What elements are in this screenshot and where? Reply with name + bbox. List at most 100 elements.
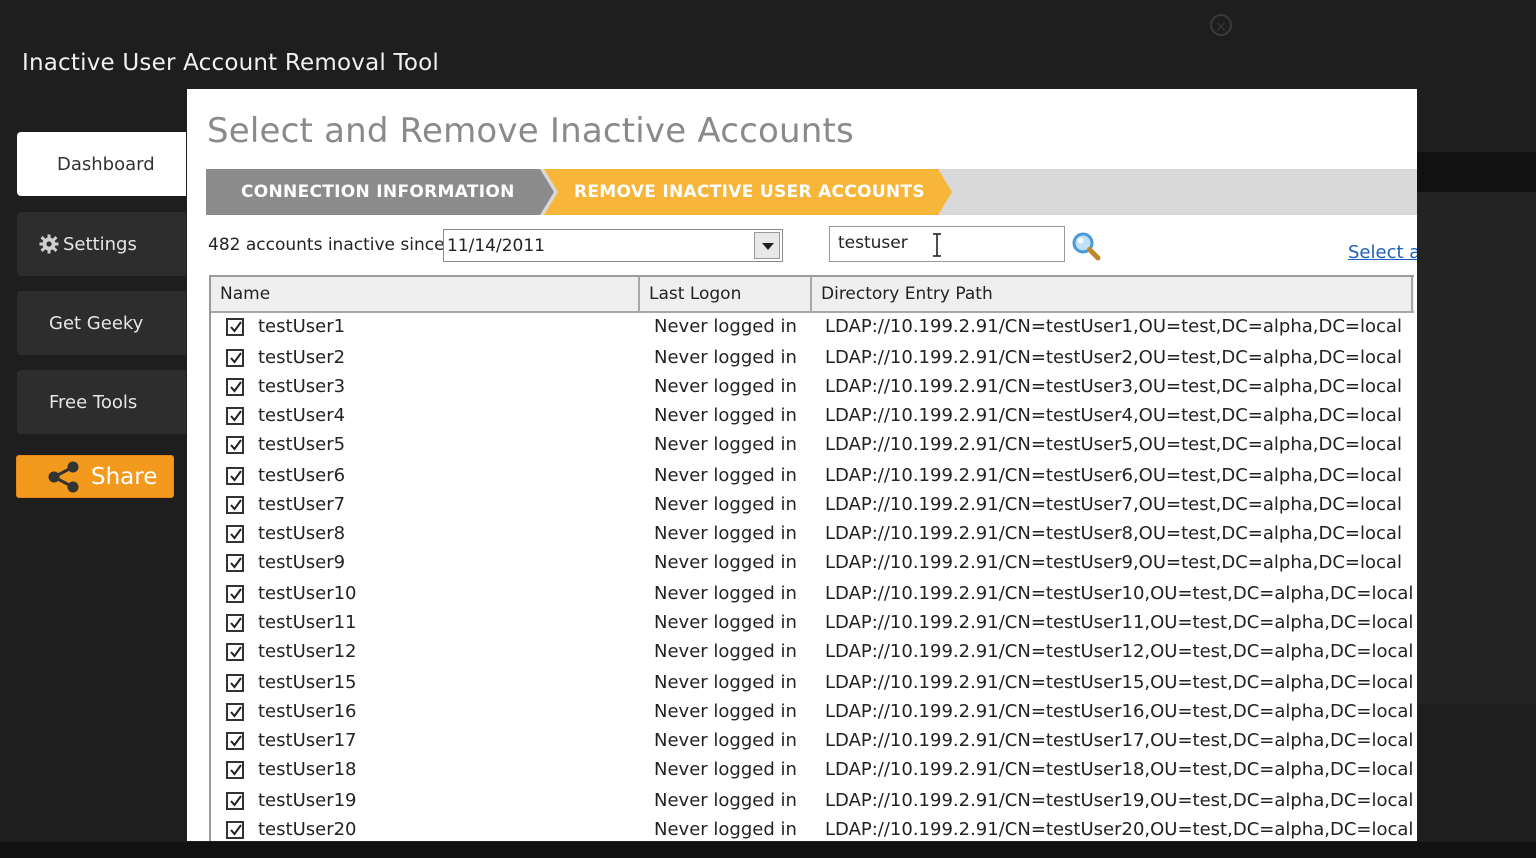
cell-directory-path: LDAP://10.199.2.91/CN=testUser1,OU=test,… bbox=[825, 316, 1402, 337]
row-checkbox[interactable] bbox=[226, 674, 244, 692]
row-checkbox[interactable] bbox=[226, 792, 244, 810]
table-row[interactable]: testUser20 Never logged in LDAP://10.199.2… bbox=[211, 816, 1414, 841]
table-row[interactable]: testUser5 Never logged in LDAP://10.199.2.… bbox=[211, 431, 1414, 460]
cell-directory-path: LDAP://10.199.2.91/CN=testUser4,OU=test,… bbox=[825, 405, 1402, 426]
column-header-directory-path[interactable]: Directory Entry Path bbox=[812, 277, 1413, 311]
row-checkbox[interactable] bbox=[226, 554, 244, 572]
checkmark-icon bbox=[230, 646, 242, 658]
sidebar-item-label: Dashboard bbox=[57, 153, 155, 175]
checkmark-icon bbox=[230, 677, 242, 689]
row-checkbox[interactable] bbox=[226, 407, 244, 425]
main-panel: Select and Remove Inactive Accounts CONN… bbox=[187, 89, 1417, 841]
share-button[interactable]: Share bbox=[16, 455, 174, 498]
cell-last-logon: Never logged in bbox=[654, 612, 797, 633]
column-header-last-logon[interactable]: Last Logon bbox=[640, 277, 812, 311]
cell-name: testUser4 bbox=[258, 405, 346, 426]
table-row[interactable]: testUser15 Never logged in LDAP://10.199.2… bbox=[211, 669, 1414, 698]
table-row[interactable]: testUser2 Never logged in LDAP://10.199.2.… bbox=[211, 344, 1414, 373]
share-icon bbox=[48, 461, 79, 492]
row-checkbox[interactable] bbox=[226, 585, 244, 603]
table-row[interactable]: testUser17 Never logged in LDAP://10.199.2… bbox=[211, 727, 1414, 756]
table-row[interactable]: testUser9 Never logged in LDAP://10.199.2.… bbox=[211, 549, 1414, 578]
cell-name: testUser11 bbox=[258, 612, 357, 633]
checkmark-icon bbox=[230, 321, 242, 333]
cell-last-logon: Never logged in bbox=[654, 523, 797, 544]
row-checkbox[interactable] bbox=[226, 378, 244, 396]
checkmark-icon bbox=[230, 499, 242, 511]
table-row[interactable]: testUser11 Never logged in LDAP://10.199.2… bbox=[211, 609, 1414, 638]
cell-directory-path: LDAP://10.199.2.91/CN=testUser9,OU=test,… bbox=[825, 552, 1402, 573]
cell-name: testUser15 bbox=[258, 672, 357, 693]
checkmark-icon bbox=[230, 824, 242, 836]
sidebar-item-get-geeky[interactable]: Get Geeky bbox=[17, 291, 186, 355]
row-checkbox[interactable] bbox=[226, 732, 244, 750]
date-dropdown[interactable]: 11/14/2011 bbox=[443, 229, 783, 262]
date-value: 11/14/2011 bbox=[447, 236, 545, 256]
cell-name: testUser20 bbox=[258, 819, 357, 840]
table-row[interactable]: testUser18 Never logged in LDAP://10.199.2… bbox=[211, 756, 1414, 785]
row-checkbox[interactable] bbox=[226, 496, 244, 514]
inactive-count-label: 482 accounts inactive since bbox=[208, 235, 445, 255]
column-header-name[interactable]: Name bbox=[211, 277, 640, 311]
cell-last-logon: Never logged in bbox=[654, 790, 797, 811]
row-checkbox[interactable] bbox=[226, 643, 244, 661]
checkmark-icon bbox=[230, 410, 242, 422]
row-checkbox[interactable] bbox=[226, 821, 244, 839]
table-row[interactable]: testUser6 Never logged in LDAP://10.199.2.… bbox=[211, 462, 1414, 491]
sidebar-item-free-tools[interactable]: Free Tools bbox=[17, 370, 186, 434]
row-checkbox[interactable] bbox=[226, 467, 244, 485]
cell-name: testUser2 bbox=[258, 347, 346, 368]
cell-name: testUser9 bbox=[258, 552, 346, 573]
row-checkbox[interactable] bbox=[226, 318, 244, 336]
close-icon[interactable]: × bbox=[1210, 14, 1232, 36]
row-checkbox[interactable] bbox=[226, 761, 244, 779]
row-checkbox[interactable] bbox=[226, 349, 244, 367]
search-icon[interactable] bbox=[1070, 230, 1102, 262]
step-connection-information[interactable]: CONNECTION INFORMATION bbox=[206, 169, 554, 215]
checkmark-icon bbox=[230, 617, 242, 629]
cell-name: testUser12 bbox=[258, 641, 357, 662]
step-remove-inactive-accounts[interactable]: REMOVE INACTIVE USER ACCOUNTS bbox=[544, 169, 952, 215]
sidebar-item-label: Settings bbox=[63, 233, 137, 255]
app-title: Inactive User Account Removal Tool bbox=[22, 50, 439, 76]
select-all-link[interactable]: Select al bbox=[1348, 242, 1417, 263]
table-row[interactable]: testUser19 Never logged in LDAP://10.199.2… bbox=[211, 787, 1414, 816]
cell-directory-path: LDAP://10.199.2.91/CN=testUser20,OU=test… bbox=[825, 819, 1414, 840]
sidebar-item-dashboard[interactable]: Dashboard bbox=[17, 132, 186, 196]
cell-last-logon: Never logged in bbox=[654, 376, 797, 397]
sidebar-item-settings[interactable]: Settings bbox=[17, 212, 186, 276]
search-input[interactable]: testuser bbox=[829, 226, 1065, 262]
cell-name: testUser17 bbox=[258, 730, 357, 751]
table-row[interactable]: testUser3 Never logged in LDAP://10.199.2.… bbox=[211, 373, 1414, 402]
cell-name: testUser18 bbox=[258, 759, 357, 780]
cell-directory-path: LDAP://10.199.2.91/CN=testUser11,OU=test… bbox=[825, 612, 1414, 633]
checkmark-icon bbox=[230, 528, 242, 540]
table-row[interactable]: testUser1 Never logged in LDAP://10.199.2.… bbox=[211, 313, 1414, 342]
cell-last-logon: Never logged in bbox=[654, 316, 797, 337]
row-checkbox[interactable] bbox=[226, 525, 244, 543]
cell-last-logon: Never logged in bbox=[654, 730, 797, 751]
cell-directory-path: LDAP://10.199.2.91/CN=testUser6,OU=test,… bbox=[825, 465, 1402, 486]
table-row[interactable]: testUser8 Never logged in LDAP://10.199.2.… bbox=[211, 520, 1414, 549]
table-row[interactable]: testUser7 Never logged in LDAP://10.199.2.… bbox=[211, 491, 1414, 520]
row-checkbox[interactable] bbox=[226, 703, 244, 721]
cell-name: testUser5 bbox=[258, 434, 346, 455]
row-checkbox[interactable] bbox=[226, 614, 244, 632]
checkmark-icon bbox=[230, 795, 242, 807]
cell-last-logon: Never logged in bbox=[654, 494, 797, 515]
chevron-down-icon[interactable] bbox=[754, 232, 780, 259]
text-cursor-icon bbox=[933, 233, 941, 257]
cell-directory-path: LDAP://10.199.2.91/CN=testUser15,OU=test… bbox=[825, 672, 1414, 693]
table-row[interactable]: testUser10 Never logged in LDAP://10.199.2… bbox=[211, 580, 1414, 609]
cell-directory-path: LDAP://10.199.2.91/CN=testUser16,OU=test… bbox=[825, 701, 1414, 722]
table-row[interactable]: testUser16 Never logged in LDAP://10.199.2… bbox=[211, 698, 1414, 727]
cell-directory-path: LDAP://10.199.2.91/CN=testUser2,OU=test,… bbox=[825, 347, 1402, 368]
row-checkbox[interactable] bbox=[226, 436, 244, 454]
checkmark-icon bbox=[230, 352, 242, 364]
table-row[interactable]: testUser12 Never logged in LDAP://10.199.2… bbox=[211, 638, 1414, 667]
table-row[interactable]: testUser4 Never logged in LDAP://10.199.2.… bbox=[211, 402, 1414, 431]
checkmark-icon bbox=[230, 439, 242, 451]
checkmark-icon bbox=[230, 706, 242, 718]
sidebar-item-label: Free Tools bbox=[49, 391, 138, 413]
cell-directory-path: LDAP://10.199.2.91/CN=testUser12,OU=test… bbox=[825, 641, 1414, 662]
